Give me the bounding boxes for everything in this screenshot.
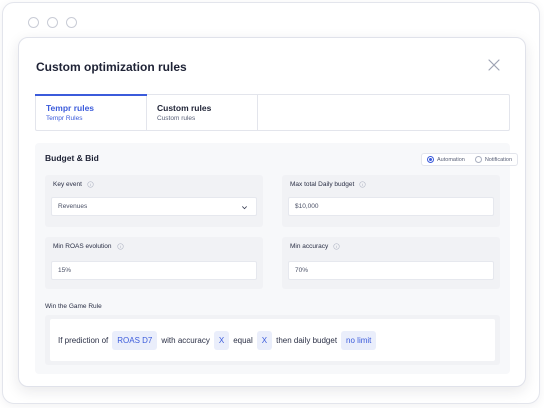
select-value: Revenues [58, 203, 88, 210]
rule-chip-budget[interactable]: no limit [341, 330, 377, 350]
chevron-down-icon [242, 206, 247, 210]
min-roas-card: Min ROAS evolution 15% [45, 237, 263, 289]
radio-unchecked-icon [474, 156, 482, 163]
tabs-empty-area [258, 95, 509, 130]
radio-automation[interactable]: Automation [422, 154, 470, 165]
rule-chip-metric[interactable]: ROAS D7 [112, 330, 158, 350]
info-icon [87, 181, 94, 188]
tab-title: Tempr rules [46, 103, 95, 113]
tab-custom-rules[interactable]: Custom rules Custom rules [147, 95, 258, 130]
rule-text-equal: equal [233, 335, 253, 345]
close-button[interactable] [485, 56, 503, 74]
rule-chip-accuracy[interactable]: X [213, 330, 230, 350]
max-budget-label: Max total Daily budget [290, 181, 355, 188]
key-event-select[interactable]: Revenues [51, 197, 257, 216]
radio-label: Notification [484, 156, 513, 163]
min-roas-label: Min ROAS evolution [53, 243, 112, 250]
input-value: 15% [58, 267, 72, 274]
info-icon [333, 243, 340, 250]
rule-text-then: then daily budget [276, 335, 338, 345]
tab-subtitle: Tempr Rules [46, 115, 83, 122]
field-label: Min accuracy [290, 243, 340, 250]
min-roas-input[interactable]: 15% [51, 261, 257, 280]
key-event-card: Key event Revenues [45, 175, 263, 227]
close-icon [488, 59, 500, 71]
tab-title: Custom rules [157, 103, 212, 113]
max-budget-input[interactable]: $10,000 [288, 197, 494, 216]
min-accuracy-label: Min accuracy [290, 243, 329, 250]
min-accuracy-input[interactable]: 70% [288, 261, 494, 280]
min-accuracy-card: Min accuracy 70% [282, 237, 500, 289]
window-control-maximize[interactable] [66, 17, 77, 28]
tab-subtitle: Custom rules [157, 115, 196, 122]
win-the-game-rule-card: If prediction of ROAS D7 with accuracy X… [45, 315, 500, 365]
window-control-close[interactable] [28, 17, 39, 28]
field-label: Max total Daily budget [290, 181, 366, 188]
section-title: Budget & Bid [45, 153, 99, 163]
mode-radio-group: Automation Notification [421, 153, 519, 166]
radio-label: Automation [437, 156, 465, 163]
rule-label: Win the Game Rule [45, 303, 102, 310]
max-budget-card: Max total Daily budget $10,000 [282, 175, 500, 227]
field-label: Min ROAS evolution [53, 243, 124, 250]
field-label: Key event [53, 181, 94, 188]
modal-title: Custom optimization rules [36, 60, 187, 74]
info-icon [359, 181, 366, 188]
custom-rules-modal: Custom optimization rules Tempr rules Te… [18, 37, 526, 387]
rules-tabs: Tempr rules Tempr Rules Custom rules Cus… [35, 94, 510, 131]
rule-chip-equal[interactable]: X [256, 330, 273, 350]
input-value: 70% [295, 267, 309, 274]
window-controls [28, 17, 77, 28]
radio-notification[interactable]: Notification [470, 154, 517, 165]
key-event-label: Key event [53, 181, 82, 188]
rule-text-if: If prediction of [58, 335, 109, 345]
radio-checked-icon [427, 156, 434, 163]
tab-tempr-rules[interactable]: Tempr rules Tempr Rules [35, 94, 147, 130]
rule-sentence: If prediction of ROAS D7 with accuracy X… [50, 319, 495, 361]
info-icon [116, 243, 124, 250]
rule-text-accuracy: with accuracy [161, 335, 210, 345]
window-control-minimize[interactable] [47, 17, 58, 28]
input-value: $10,000 [295, 203, 319, 210]
budget-bid-panel: Budget & Bid Automation Notification Key… [35, 143, 519, 374]
